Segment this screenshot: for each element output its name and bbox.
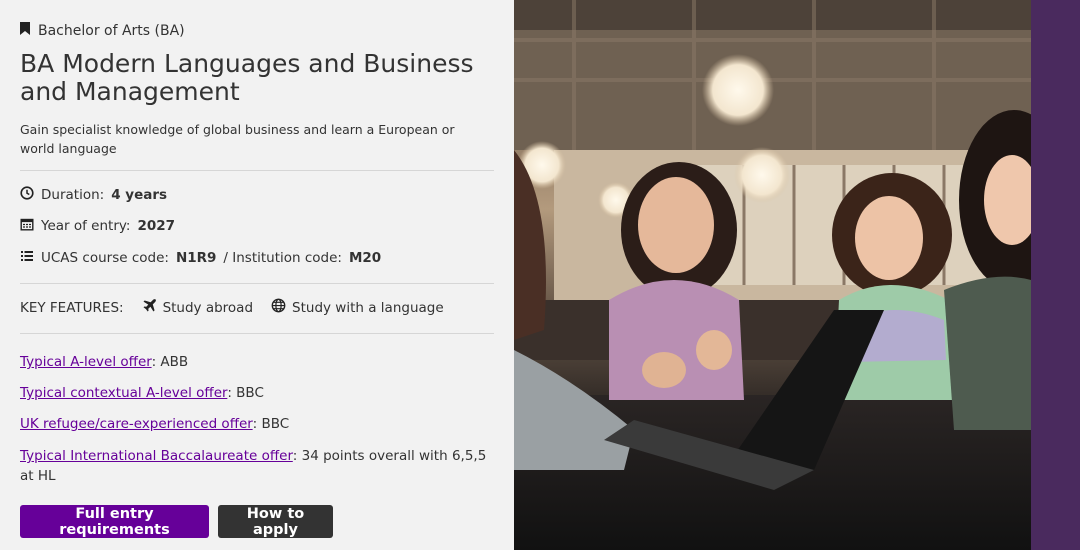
- duration-value: 4 years: [111, 187, 168, 203]
- side-accent-strip: [1031, 0, 1080, 550]
- divider: [20, 333, 494, 334]
- hero-photo: [514, 0, 1031, 550]
- offer-a-level: Typical A-level offer: ABB: [20, 352, 494, 372]
- feature-study-abroad-label: Study abroad: [162, 299, 254, 316]
- list-icon: [20, 249, 34, 267]
- contextual-offer-link[interactable]: Typical contextual A-level offer: [20, 385, 227, 401]
- feature-study-abroad: Study abroad: [142, 298, 253, 317]
- ib-offer-link[interactable]: Typical International Baccalaureate offe…: [20, 448, 293, 464]
- ucas-label: UCAS course code:: [41, 250, 169, 266]
- institution-value: M20: [348, 250, 382, 266]
- duration-label: Duration:: [41, 187, 105, 203]
- offer-contextual-a-level: Typical contextual A-level offer: BBC: [20, 383, 494, 403]
- a-level-offer-value: : ABB: [151, 354, 189, 370]
- institution-label: / Institution code:: [223, 250, 342, 266]
- a-level-offer-link[interactable]: Typical A-level offer: [20, 354, 152, 370]
- clock-icon: [20, 186, 34, 204]
- contextual-offer-value: : BBC: [227, 385, 264, 401]
- bookmark-icon: [20, 22, 30, 39]
- key-features-label: KEY FEATURES:: [20, 299, 124, 316]
- entry-year-row: Year of entry: 2027: [20, 217, 175, 235]
- page-title: BA Modern Languages and Business and Man…: [20, 49, 474, 106]
- course-subtitle: Gain specialist knowledge of global busi…: [20, 122, 455, 156]
- feature-study-language-label: Study with a language: [292, 299, 444, 316]
- degree-type-label: Bachelor of Arts (BA): [38, 22, 185, 39]
- globe-icon: [271, 298, 286, 317]
- entry-year-label: Year of entry:: [41, 218, 131, 234]
- refugee-offer-link[interactable]: UK refugee/care-experienced offer: [20, 416, 253, 432]
- ucas-value: N1R9: [175, 250, 217, 266]
- duration-row: Duration: 4 years: [20, 186, 167, 204]
- course-code-row: UCAS course code: N1R9 / Institution cod…: [20, 249, 381, 267]
- full-entry-requirements-button[interactable]: Full entry requirements: [20, 505, 209, 538]
- students-photo-illustration: [514, 0, 1031, 550]
- offer-ib: Typical International Baccalaureate offe…: [20, 446, 494, 486]
- how-to-apply-button[interactable]: How to apply: [218, 505, 333, 538]
- calendar-icon: [20, 217, 34, 235]
- course-summary-panel: Bachelor of Arts (BA) BA Modern Language…: [0, 0, 514, 550]
- entry-year-value: 2027: [137, 218, 176, 234]
- refugee-offer-value: : BBC: [252, 416, 290, 432]
- degree-type: Bachelor of Arts (BA): [20, 22, 185, 39]
- divider: [20, 170, 494, 171]
- offer-refugee: UK refugee/care-experienced offer: BBC: [20, 414, 494, 434]
- feature-study-language: Study with a language: [271, 298, 444, 317]
- airplane-icon: [142, 298, 157, 317]
- key-features: KEY FEATURES: Study abroad Study with a …: [20, 298, 444, 317]
- divider: [20, 283, 494, 284]
